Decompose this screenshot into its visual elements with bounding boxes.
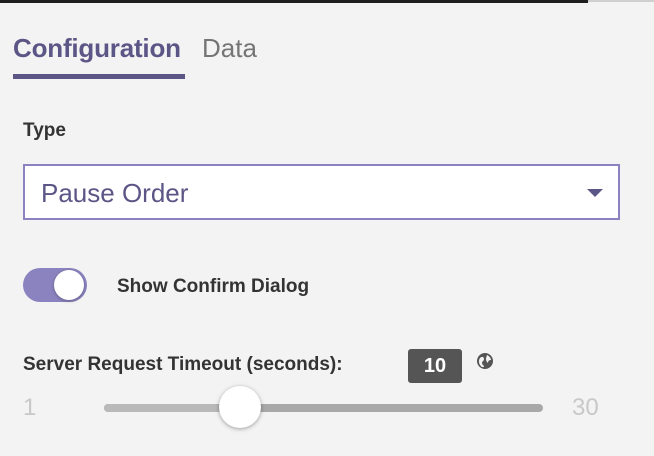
tab-data[interactable]: Data (202, 30, 257, 66)
confirm-dialog-toggle[interactable] (23, 268, 87, 302)
type-label: Type (23, 120, 66, 141)
timeout-slider-track[interactable] (104, 404, 543, 412)
toggle-knob (54, 270, 84, 300)
top-border-right (588, 0, 654, 2)
confirm-dialog-label: Show Confirm Dialog (117, 276, 310, 297)
type-select-value: Pause Order (41, 178, 189, 208)
timeout-label: Server Request Timeout (seconds): (23, 354, 343, 375)
globe-icon[interactable] (476, 352, 494, 370)
tab-configuration[interactable]: Configuration (13, 30, 181, 66)
slider-min-label: 1 (23, 394, 37, 421)
timeout-value-badge: 10 (408, 349, 462, 383)
active-tab-indicator (13, 74, 185, 79)
chevron-down-icon (587, 189, 603, 197)
timeout-slider-thumb[interactable] (219, 386, 262, 428)
top-border (0, 0, 588, 3)
type-select[interactable]: Pause Order (23, 164, 620, 220)
slider-max-label: 30 (572, 394, 599, 421)
